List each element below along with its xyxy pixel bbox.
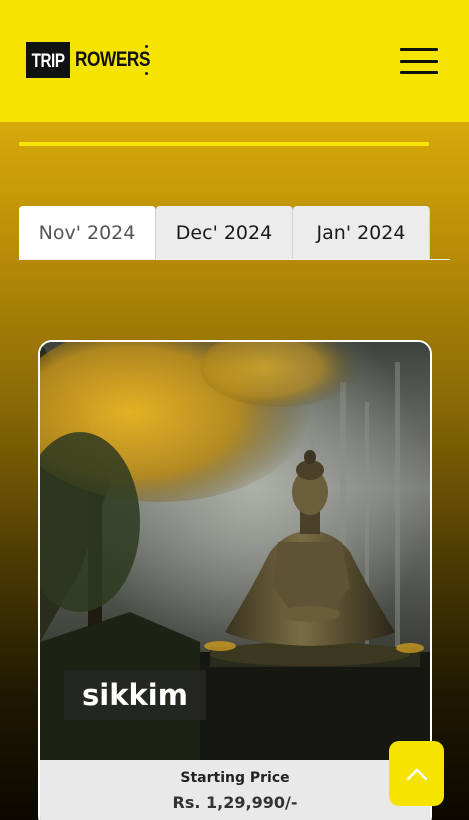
scroll-to-top-button[interactable] bbox=[389, 741, 444, 806]
logo-rowers-text: ROWERS bbox=[75, 48, 151, 71]
hamburger-menu-icon[interactable] bbox=[400, 48, 438, 74]
chevron-up-icon bbox=[406, 768, 427, 780]
site-logo[interactable]: TRIP ROWERS bbox=[26, 42, 151, 78]
tab-nov-2024[interactable]: Nov' 2024 bbox=[19, 206, 156, 260]
month-tabs: Nov' 2024 Dec' 2024 Jan' 2024 bbox=[19, 206, 430, 260]
logo-dot bbox=[145, 45, 148, 48]
price-section: Starting Price Rs. 1,29,990/- bbox=[40, 760, 430, 820]
tour-card[interactable]: sikkim Starting Price Rs. 1,29,990/- bbox=[38, 340, 432, 820]
main-content: Nov' 2024 Dec' 2024 Jan' 2024 sikkim Sta… bbox=[0, 122, 469, 820]
menu-bar bbox=[400, 48, 438, 51]
logo-trip-text: TRIP bbox=[26, 42, 71, 78]
tab-dec-2024[interactable]: Dec' 2024 bbox=[156, 206, 293, 260]
logo-dot bbox=[145, 72, 148, 75]
tabs-underline bbox=[19, 259, 450, 260]
site-header: TRIP ROWERS bbox=[0, 0, 469, 122]
menu-bar bbox=[400, 59, 438, 63]
destination-title: sikkim bbox=[64, 670, 206, 720]
price-label: Starting Price bbox=[180, 770, 290, 786]
menu-bar bbox=[400, 71, 438, 74]
tab-jan-2024[interactable]: Jan' 2024 bbox=[293, 206, 430, 260]
section-divider bbox=[19, 142, 429, 146]
price-value: Rs. 1,29,990/- bbox=[172, 793, 298, 812]
